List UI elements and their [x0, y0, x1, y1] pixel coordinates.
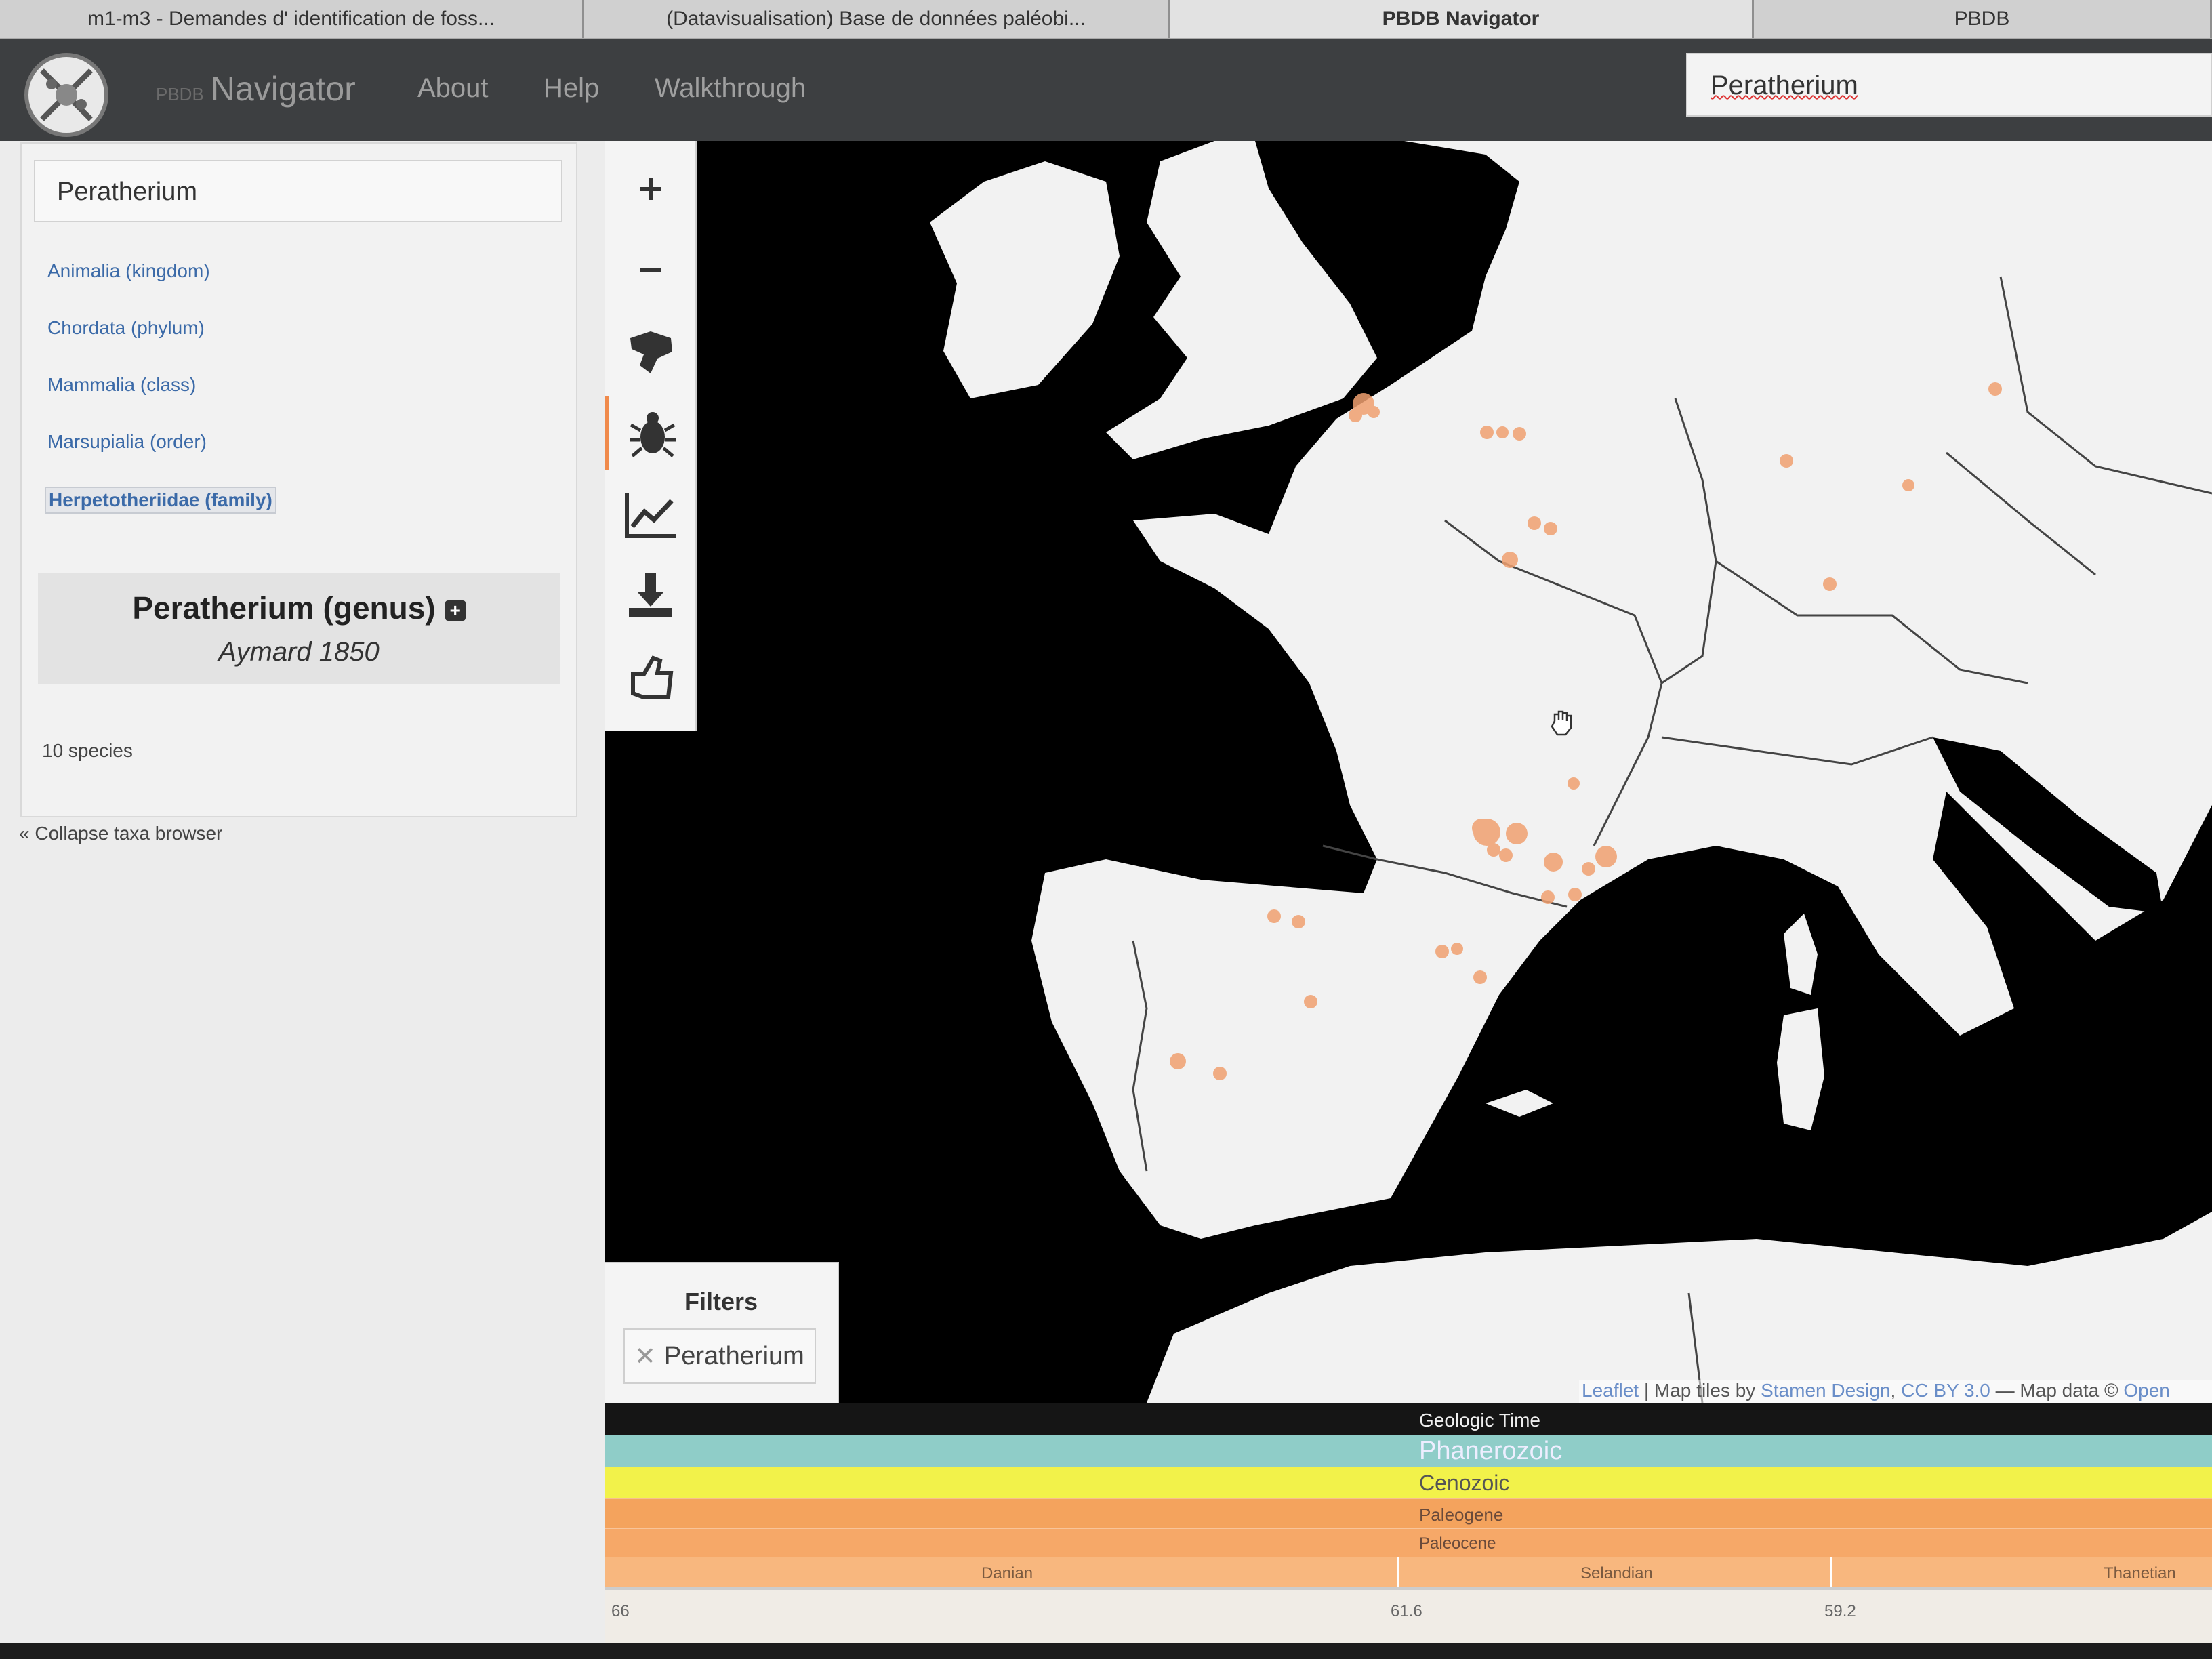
age-selandian-label: Selandian: [1580, 1564, 1653, 1582]
feedback-button[interactable]: [605, 640, 697, 714]
genus-card: Peratherium (genus) + Aymard 1850: [38, 573, 560, 684]
timescale-title-band: Geologic Time: [605, 1403, 2212, 1435]
age-danian[interactable]: Danian: [605, 1557, 1399, 1587]
band-era[interactable]: Cenozoic: [605, 1467, 2212, 1498]
age-thanetian-label: Thanetian: [2104, 1564, 2176, 1582]
genus-authority: Aymard 1850: [218, 637, 380, 667]
balearic-islands: [1486, 1090, 1553, 1117]
stamen-link[interactable]: Stamen Design: [1761, 1380, 1890, 1401]
genus-name: Peratherium (genus): [132, 590, 436, 626]
period-label: Paleogene: [1419, 1504, 1504, 1525]
band-eon[interactable]: Phanerozoic: [605, 1435, 2212, 1467]
collapse-taxa-browser-link[interactable]: « Collapse taxa browser: [19, 823, 222, 844]
zoom-out-button[interactable]: [605, 233, 697, 308]
tick-66: 66: [611, 1602, 630, 1620]
corsica-island: [1784, 914, 1818, 995]
timescale-axis: [605, 1587, 2212, 1590]
osm-link[interactable]: Open: [2123, 1380, 2170, 1401]
tab-label: PBDB Navigator: [1382, 7, 1540, 30]
tab-label: PBDB: [1954, 7, 2010, 30]
age-danian-label: Danian: [981, 1564, 1033, 1582]
leaflet-link[interactable]: Leaflet: [1582, 1380, 1639, 1401]
continents-button[interactable]: [605, 314, 697, 389]
species-count[interactable]: 10 species: [42, 740, 133, 762]
geologic-timescale[interactable]: Geologic Time Phanerozoic Cenozoic Paleo…: [605, 1403, 2212, 1643]
rank-kingdom[interactable]: Animalia (kingdom): [47, 260, 210, 282]
eon-label: Phanerozoic: [1419, 1437, 1563, 1465]
map-canvas: [930, 141, 2212, 1403]
diversity-chart-icon: [625, 493, 676, 538]
taxa-bug-icon: [630, 412, 676, 457]
license-link[interactable]: CC BY 3.0: [1901, 1380, 1990, 1401]
browser-tab-1[interactable]: m1-m3 - Demandes d' identification de fo…: [0, 0, 584, 38]
sardinia-island: [1777, 1008, 1824, 1130]
attribution-text: ,: [1890, 1380, 1902, 1401]
thumbs-up-icon: [631, 655, 674, 699]
tab-label: (Datavisualisation) Base de données palé…: [666, 7, 1086, 30]
timescale-title: Geologic Time: [1419, 1410, 1540, 1431]
tick-61-6: 61.6: [1391, 1602, 1422, 1620]
tick-59-2: 59.2: [1824, 1602, 1856, 1620]
nav-walkthrough[interactable]: Walkthrough: [655, 73, 806, 104]
brand-prefix: PBDB: [156, 84, 204, 104]
taxa-button[interactable]: [605, 396, 697, 470]
rank-family[interactable]: Herpetotheriidae (family): [45, 487, 276, 514]
band-epoch[interactable]: Paleocene: [605, 1528, 2212, 1557]
genus-title: Peratherium (genus) +: [38, 590, 560, 626]
zoom-in-icon: [640, 178, 661, 200]
taxa-search-input[interactable]: Peratherium: [34, 160, 562, 222]
attribution-text: | Map tiles by: [1639, 1380, 1761, 1401]
taxa-input-value: Peratherium: [57, 178, 197, 206]
browser-tab-3[interactable]: PBDB Navigator: [1170, 0, 1754, 38]
expand-plus-icon[interactable]: +: [445, 600, 466, 621]
download-icon: [629, 573, 672, 617]
rank-phylum[interactable]: Chordata (phylum): [47, 317, 205, 339]
browser-tab-bar: m1-m3 - Demandes d' identification de fo…: [0, 0, 2212, 39]
search-input[interactable]: Peratherium: [1686, 53, 2212, 117]
nav-help[interactable]: Help: [544, 73, 599, 104]
nav-about[interactable]: About: [417, 73, 489, 104]
remove-filter-icon[interactable]: ✕: [634, 1341, 656, 1372]
zoom-out-icon: [640, 268, 661, 272]
browser-tab-4[interactable]: PBDB: [1754, 0, 2212, 38]
diversity-chart-button[interactable]: [605, 477, 697, 552]
band-age[interactable]: Danian Selandian Thanetian: [605, 1557, 2212, 1587]
map-view[interactable]: [605, 141, 2212, 1403]
pbdb-logo[interactable]: [24, 53, 108, 137]
download-button[interactable]: [605, 558, 697, 633]
map-toolbar: [605, 141, 697, 731]
attribution-text: — Map data ©: [1990, 1380, 2124, 1401]
britain-landmass: [1106, 141, 1377, 459]
epoch-label: Paleocene: [1419, 1534, 1496, 1553]
map-attribution: Leaflet | Map tiles by Stamen Design, CC…: [1579, 1380, 2212, 1403]
screen-bezel: [0, 1643, 2212, 1659]
taxa-browser: Peratherium Animalia (kingdom) Chordata …: [20, 142, 577, 817]
logo-icon: [40, 68, 93, 121]
north-africa-landmass: [1147, 1212, 2212, 1403]
age-selandian[interactable]: Selandian: [1399, 1557, 1832, 1587]
filter-chip-label: Peratherium: [663, 1341, 804, 1370]
era-label: Cenozoic: [1419, 1471, 1510, 1495]
browser-tab-2[interactable]: (Datavisualisation) Base de données palé…: [584, 0, 1170, 38]
rank-class[interactable]: Mammalia (class): [47, 374, 196, 396]
search-value: Peratherium: [1711, 70, 1858, 100]
filters-title: Filters: [684, 1288, 758, 1315]
continents-icon: [630, 331, 672, 373]
brand-title[interactable]: PBDB Navigator: [156, 69, 356, 108]
filters-panel: Filters ✕ Peratherium: [605, 1262, 839, 1403]
hand-cursor-icon: [1549, 708, 1576, 741]
navbar: PBDB Navigator About Help Walkthrough Per…: [0, 39, 2212, 141]
age-thanetian[interactable]: Thanetian: [1832, 1557, 2212, 1587]
rank-order[interactable]: Marsupialia (order): [47, 431, 207, 453]
zoom-in-button[interactable]: [605, 152, 697, 226]
filter-chip-peratherium[interactable]: ✕ Peratherium: [623, 1328, 816, 1384]
brand-name: Navigator: [210, 70, 356, 108]
tab-label: m1-m3 - Demandes d' identification de fo…: [87, 7, 495, 30]
ireland-landmass: [930, 161, 1120, 398]
band-period[interactable]: Paleogene: [605, 1498, 2212, 1528]
